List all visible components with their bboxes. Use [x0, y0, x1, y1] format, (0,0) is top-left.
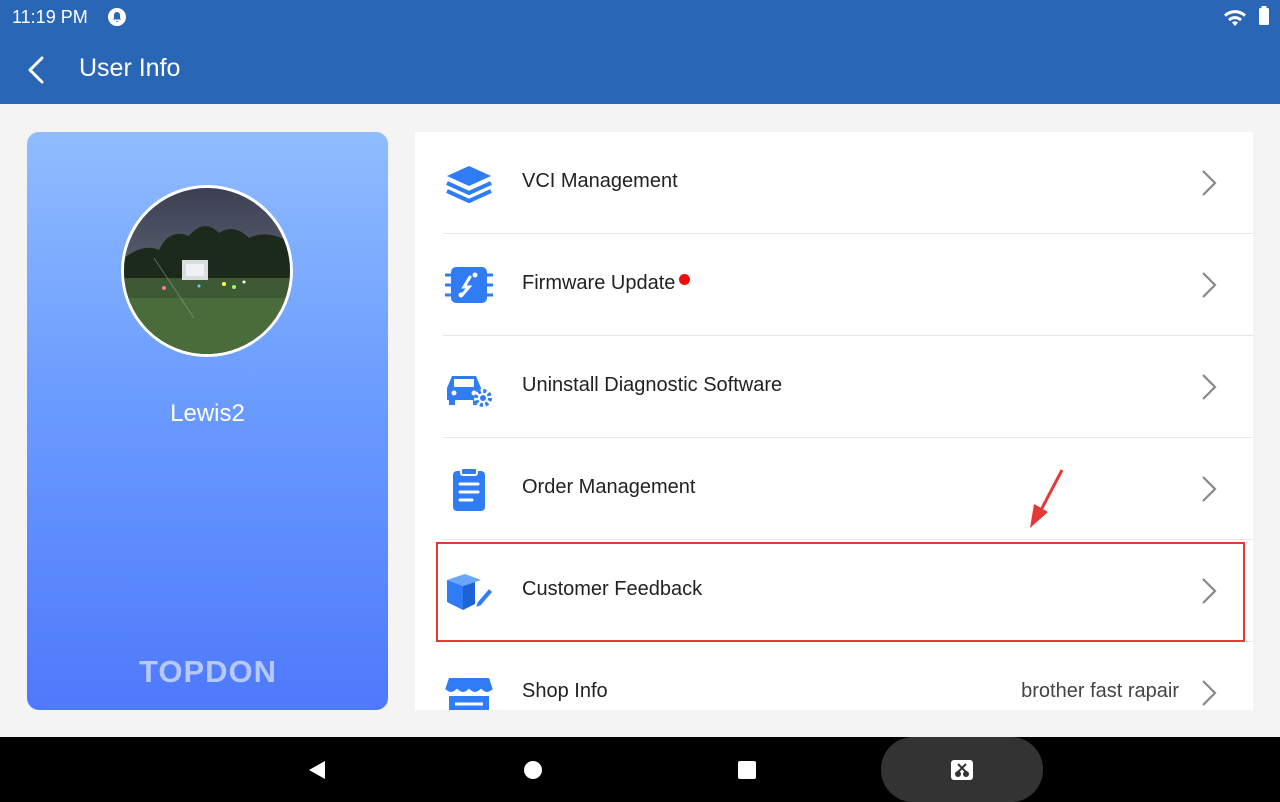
chevron-right-icon [1202, 476, 1217, 502]
app-bar: User Info [0, 34, 1280, 104]
menu-item-shop-info[interactable]: Shop Info brother fast rapair [415, 642, 1253, 710]
nav-home-button[interactable] [520, 757, 546, 783]
shop-name-value: brother fast rapair [1021, 680, 1179, 702]
home-circle-icon [524, 761, 542, 779]
topdon-logo: TOPDON [139, 654, 277, 688]
chevron-right-icon [1202, 578, 1217, 604]
menu-list: VCI Management Firmware Update Uninstall… [415, 132, 1253, 710]
chevron-right-icon [1202, 272, 1217, 298]
profile-card: Lewis2 TOPDON [27, 132, 388, 710]
back-button[interactable] [16, 50, 56, 90]
chevron-left-icon [28, 56, 44, 84]
menu-item-label: Shop Info [522, 680, 608, 702]
chevron-right-icon [1202, 170, 1217, 196]
menu-item-label: Uninstall Diagnostic Software [522, 374, 783, 396]
screenshot-icon [951, 759, 973, 780]
chip-icon [445, 267, 493, 303]
menu-item-customer-feedback[interactable]: Customer Feedback [415, 540, 1253, 642]
username: Lewis2 [170, 400, 245, 427]
menu-item-vci-management[interactable]: VCI Management [415, 132, 1253, 234]
battery-icon [1258, 6, 1270, 26]
wifi-icon [1222, 6, 1248, 28]
page-title: User Info [79, 54, 181, 82]
box-pencil-icon [447, 574, 495, 610]
chevron-right-icon [1202, 680, 1217, 706]
chevron-right-icon [1202, 374, 1217, 400]
menu-item-uninstall-software[interactable]: Uninstall Diagnostic Software [415, 336, 1253, 438]
notification-icon [107, 7, 127, 27]
nav-recents-button[interactable] [734, 757, 760, 783]
shop-icon [444, 678, 494, 710]
menu-item-label: Customer Feedback [522, 578, 703, 600]
menu-item-order-management[interactable]: Order Management [415, 438, 1253, 540]
status-bar: 11:19 PM [0, 0, 1280, 34]
status-time: 11:19 PM [12, 7, 88, 27]
screenshot-button[interactable] [881, 737, 1043, 802]
menu-item-label: Firmware Update [522, 272, 691, 295]
svg-text:TOPDON: TOPDON [139, 654, 277, 688]
menu-item-firmware-update[interactable]: Firmware Update [415, 234, 1253, 336]
back-triangle-icon [309, 761, 325, 779]
recents-square-icon [738, 761, 756, 779]
menu-item-label: VCI Management [522, 170, 678, 192]
avatar[interactable] [121, 185, 293, 357]
update-badge [679, 274, 691, 285]
nav-back-button[interactable] [304, 757, 330, 783]
menu-item-label: Order Management [522, 476, 696, 498]
layers-icon [446, 166, 492, 203]
navigation-bar [0, 737, 1280, 802]
car-gear-icon [447, 376, 492, 407]
clipboard-icon [453, 467, 485, 511]
